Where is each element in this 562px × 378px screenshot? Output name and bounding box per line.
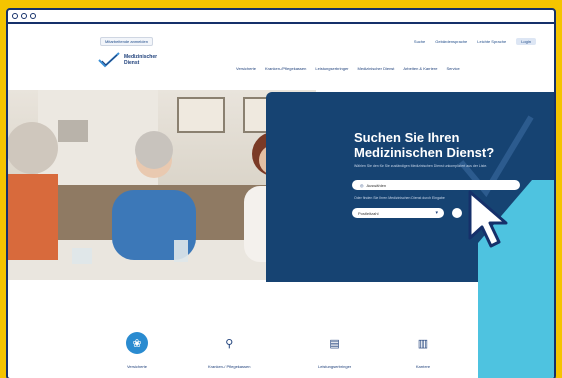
top-navigation: Mitarbeitende anmelden Suche Gebärdenspr… bbox=[100, 36, 536, 46]
nav-item-career[interactable]: Arbeiten & Karriere bbox=[403, 66, 437, 71]
mouse-pointer-icon bbox=[468, 190, 508, 248]
tile-career[interactable]: ▥ Karriere bbox=[412, 332, 434, 370]
sign-language-link[interactable]: Gebärdensprache bbox=[435, 39, 467, 44]
tile-providers[interactable]: ▤ Leistungserbringer bbox=[318, 332, 352, 370]
document-icon: ▤ bbox=[329, 337, 340, 350]
main-navigation: Versicherte Kranken-/Pflegekassen Leistu… bbox=[236, 66, 460, 71]
service-select-value: Auswählen bbox=[366, 182, 387, 188]
logo-text: Medizinischer Dienst bbox=[124, 54, 158, 66]
search-submit-button[interactable] bbox=[452, 208, 462, 218]
window-dot-icon[interactable] bbox=[30, 13, 36, 19]
staff-login-link[interactable]: Mitarbeitende anmelden bbox=[100, 36, 153, 46]
checkmark-logo-icon bbox=[98, 52, 120, 68]
hero-title: Suchen Sie Ihren Medizinischen Dienst? bbox=[354, 130, 495, 160]
login-button[interactable]: Login bbox=[516, 37, 536, 45]
hero-subtitle: Wählen Sie den für Sie zuständigen Mediz… bbox=[354, 164, 488, 168]
nav-item-providers[interactable]: Leistungserbringer bbox=[315, 66, 348, 71]
tile-label: Leistungserbringer bbox=[318, 364, 352, 369]
location-icon: ◎ bbox=[360, 182, 364, 188]
window-dot-icon[interactable] bbox=[21, 13, 27, 19]
window-dot-icon[interactable] bbox=[12, 13, 18, 19]
tile-label: Karriere bbox=[415, 364, 431, 369]
nav-item-insured[interactable]: Versicherte bbox=[236, 66, 256, 71]
lotus-icon: ❀ bbox=[126, 332, 148, 354]
window-titlebar bbox=[8, 10, 554, 24]
postcode-placeholder: Postleitzahl bbox=[358, 210, 379, 216]
tile-insured[interactable]: ❀ Versicherte bbox=[126, 332, 148, 369]
nav-item-medical-service[interactable]: Medizinischer Dienst bbox=[358, 66, 395, 71]
nav-item-service[interactable]: Service bbox=[446, 66, 459, 71]
postcode-input[interactable]: Postleitzahl ▾ bbox=[352, 208, 444, 218]
site-logo[interactable]: Medizinischer Dienst bbox=[98, 52, 157, 68]
book-icon: ▥ bbox=[417, 337, 429, 350]
location-pin-icon: ⚲ bbox=[225, 337, 234, 350]
browser-window: Mitarbeitende anmelden Suche Gebärdenspr… bbox=[6, 8, 556, 378]
easy-language-link[interactable]: Leichte Sprache bbox=[477, 39, 506, 44]
tile-label: Kranken-/ Pflegekassen bbox=[208, 364, 251, 369]
tile-insurers[interactable]: ⚲ Kranken-/ Pflegekassen bbox=[208, 332, 251, 370]
tile-label: Versicherte bbox=[126, 364, 147, 369]
search-link[interactable]: Suche bbox=[414, 39, 425, 44]
nav-item-insurers[interactable]: Kranken-/Pflegekassen bbox=[265, 66, 306, 71]
chevron-down-icon: ▾ bbox=[435, 210, 438, 216]
utility-links: Suche Gebärdensprache Leichte Sprache Lo… bbox=[414, 37, 536, 45]
